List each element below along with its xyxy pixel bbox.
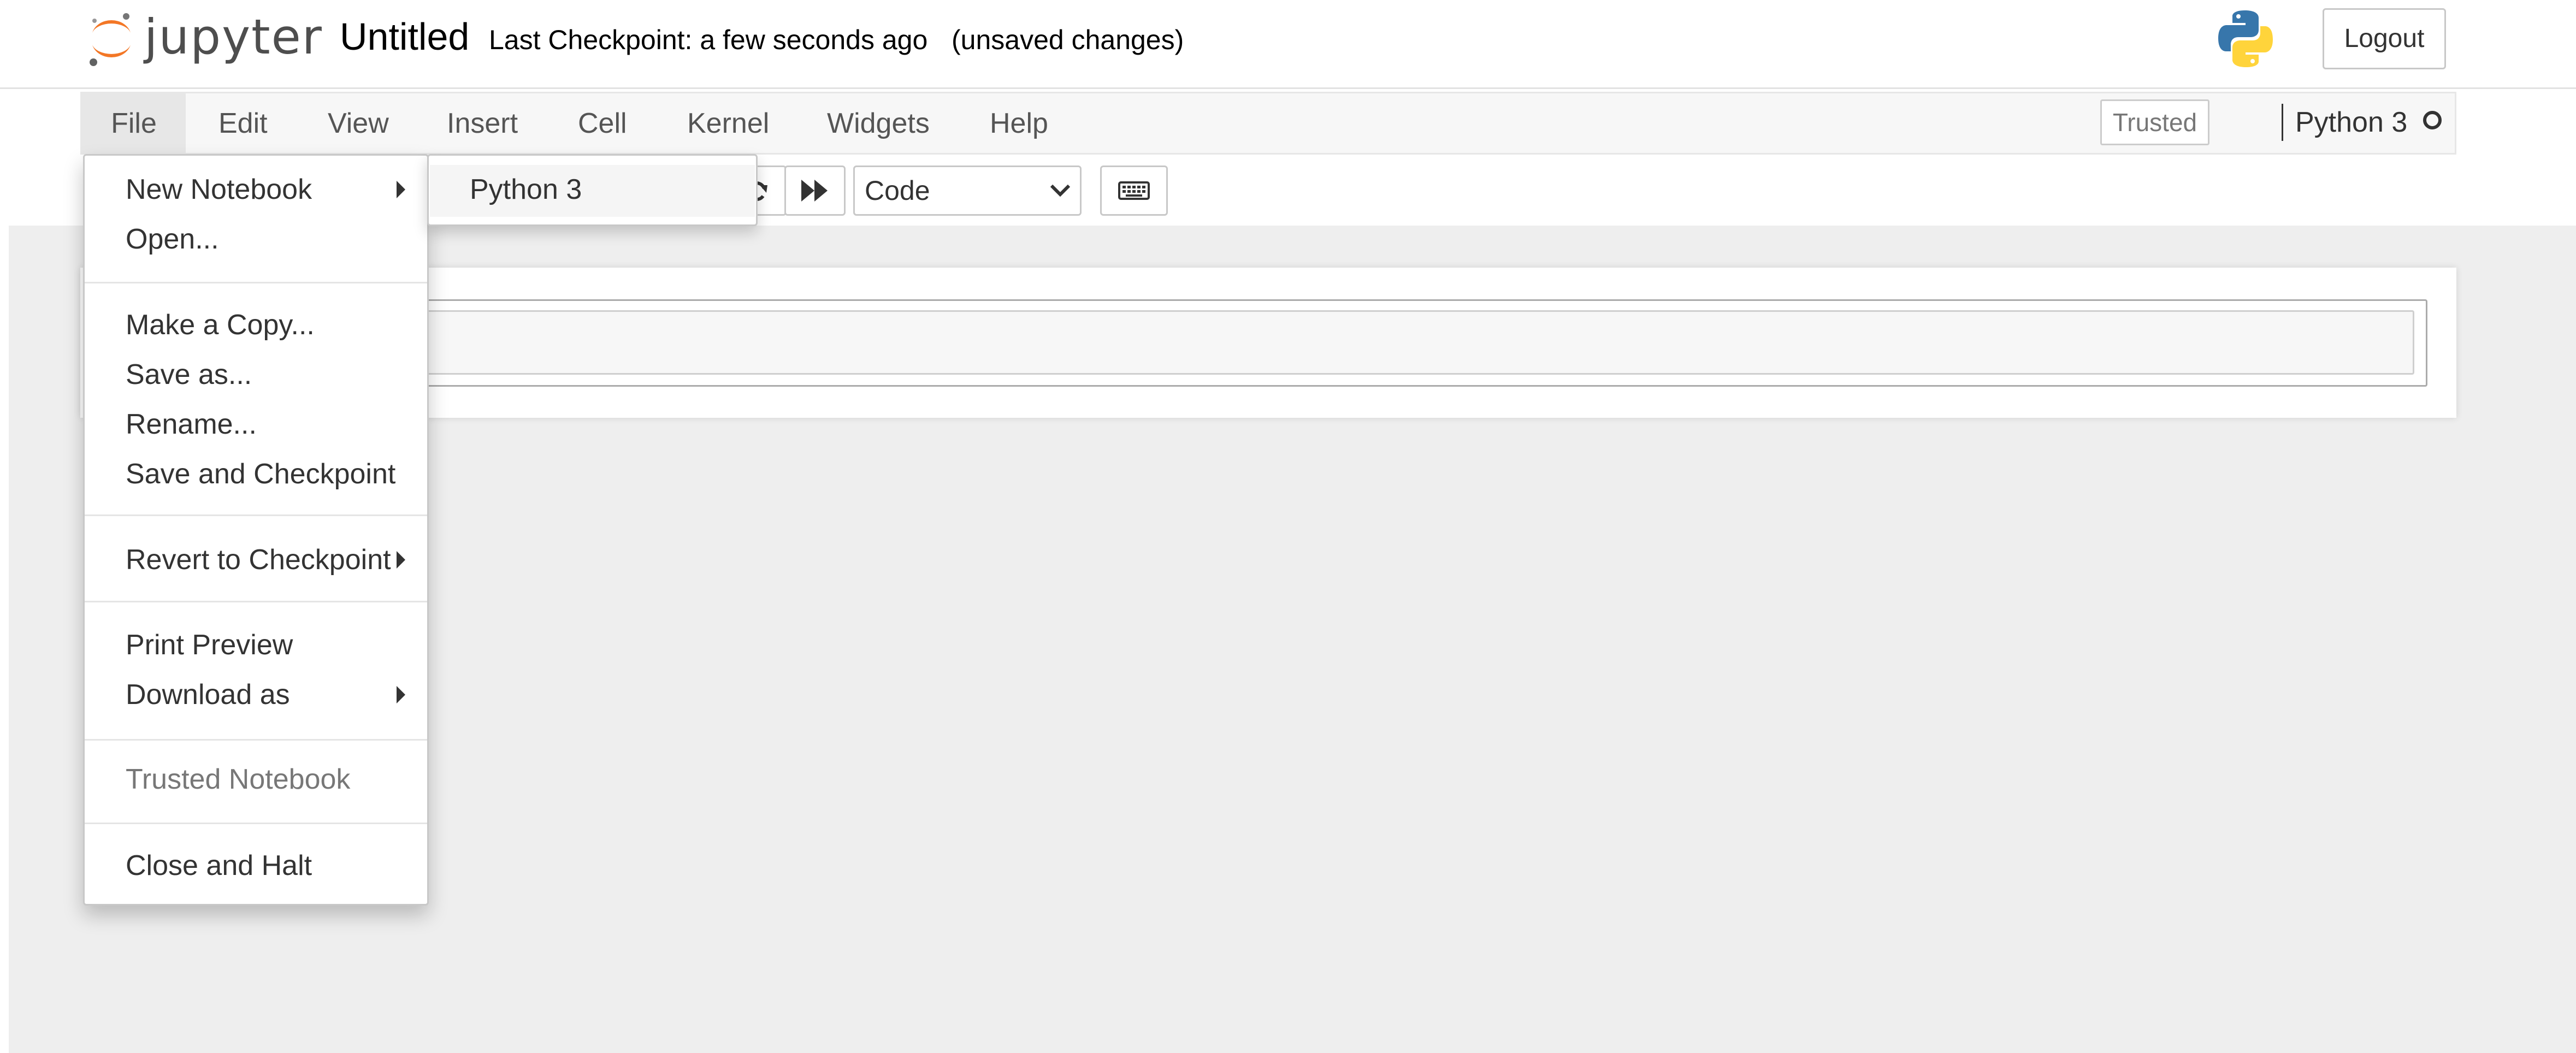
checkpoint-status: Last Checkpoint: a few seconds ago	[489, 25, 928, 55]
menu-divider	[85, 601, 427, 602]
menu-item-close-halt[interactable]: Close and Halt	[126, 847, 312, 885]
menu-item-save-checkpoint[interactable]: Save and Checkpoint	[126, 455, 395, 493]
submenu-arrow-icon	[397, 686, 405, 703]
cell-input-editor[interactable]	[426, 310, 2414, 375]
menu-insert[interactable]: Insert	[447, 93, 518, 153]
jupyter-logo-icon	[90, 13, 131, 66]
submenu-arrow-icon	[397, 181, 405, 198]
submenu-item-label: Python 3	[470, 174, 582, 205]
menu-edit[interactable]: Edit	[218, 93, 268, 153]
logout-button[interactable]: Logout	[2323, 8, 2446, 69]
cell-type-select[interactable]: Code	[853, 165, 1082, 216]
menu-item-trusted-notebook: Trusted Notebook	[126, 764, 351, 795]
notebook-title[interactable]: Untitled	[340, 12, 469, 61]
jupyter-logo[interactable]: jupyter	[87, 7, 322, 69]
menu-divider	[85, 282, 427, 283]
menu-file[interactable]: File	[82, 93, 186, 153]
fast-forward-icon	[801, 180, 828, 202]
command-palette-button[interactable]	[1100, 165, 1168, 216]
menu-item-open[interactable]: Open...	[126, 220, 219, 258]
cell-type-value: Code	[865, 175, 930, 206]
menu-item-save-as[interactable]: Save as...	[126, 356, 252, 394]
python-logo-icon	[2218, 10, 2273, 67]
menu-item-rename[interactable]: Rename...	[126, 405, 257, 443]
restart-run-all-button[interactable]	[784, 165, 846, 216]
menu-item-revert-checkpoint[interactable]: Revert to Checkpoint	[126, 541, 391, 579]
menu-item-new-notebook[interactable]: New Notebook	[126, 170, 312, 209]
kernel-divider	[2282, 104, 2283, 141]
menu-divider	[85, 823, 427, 824]
chevron-down-icon	[1050, 184, 1071, 197]
menu-item-make-copy[interactable]: Make a Copy...	[126, 306, 315, 344]
unsaved-changes-indicator: (unsaved changes)	[952, 25, 1184, 55]
submenu-arrow-icon	[397, 551, 405, 569]
menu-kernel[interactable]: Kernel	[687, 93, 769, 153]
trusted-badge[interactable]: Trusted	[2100, 99, 2209, 145]
menu-help[interactable]: Help	[990, 93, 1048, 153]
menu-divider	[85, 514, 427, 516]
kernel-idle-icon	[2423, 111, 2442, 129]
menu-cell[interactable]: Cell	[578, 93, 627, 153]
menu-view[interactable]: View	[328, 93, 389, 153]
menu-item-download-as[interactable]: Download as	[126, 676, 290, 714]
jupyter-logo-text: jupyter	[144, 9, 323, 65]
header: jupyter Untitled Last Checkpoint: a few …	[0, 0, 2576, 89]
menu-item-print-preview[interactable]: Print Preview	[126, 626, 293, 664]
kernel-name: Python 3	[2295, 107, 2408, 138]
menu-widgets[interactable]: Widgets	[827, 93, 930, 153]
menu-divider	[85, 739, 427, 741]
keyboard-icon	[1118, 181, 1150, 200]
